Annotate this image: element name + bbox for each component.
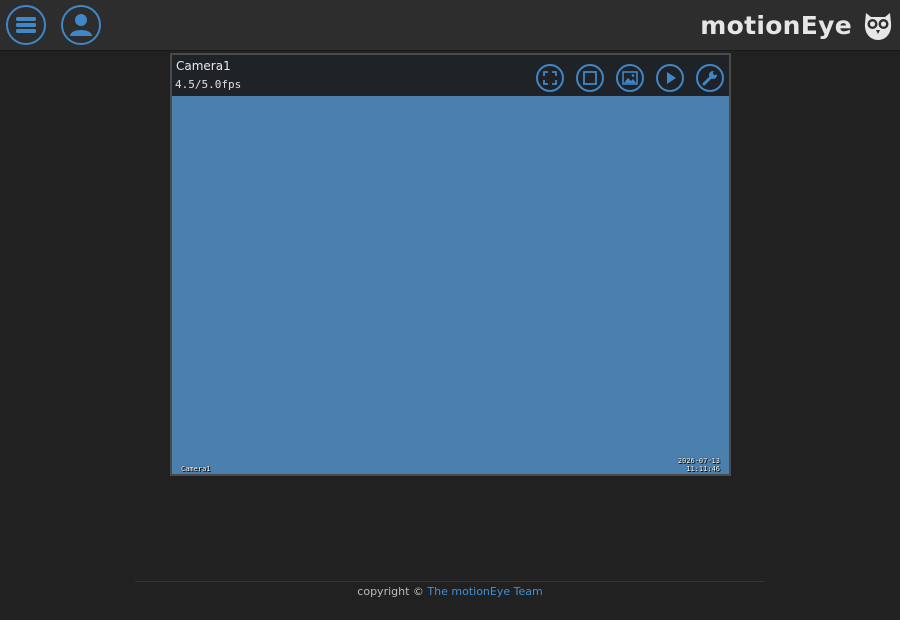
footer: copyright © The motionEye Team: [0, 585, 900, 598]
footer-divider: [135, 581, 765, 582]
wrench-icon: [702, 71, 717, 86]
camera-frame: Camera1 4.5/5.0fps Camera1 2026-07-13 11…: [170, 53, 731, 476]
stream-overlay-time: 11:11:46: [686, 465, 720, 473]
copyright-text: copyright ©: [357, 585, 424, 598]
fullscreen-icon: [543, 71, 557, 85]
user-icon: [70, 14, 92, 36]
play-icon: [667, 72, 676, 84]
team-link[interactable]: The motionEye Team: [427, 585, 542, 598]
camera-stream[interactable]: Camera1 2026-07-13 11:11:46: [172, 96, 729, 474]
camera-fps: 4.5/5.0fps: [175, 78, 242, 91]
stream-overlay-date: 2026-07-13: [677, 457, 720, 465]
user-button[interactable]: [61, 5, 101, 45]
frame-button[interactable]: [576, 64, 604, 92]
camera-name: Camera1: [176, 59, 231, 73]
camera-header: Camera1 4.5/5.0fps: [172, 55, 729, 96]
camera-settings-button[interactable]: [696, 64, 724, 92]
stream-overlay-camera-name: Camera1: [181, 465, 211, 473]
frame-icon: [583, 71, 597, 85]
pictures-icon: [622, 71, 638, 85]
stream-overlay-timestamp: 2026-07-13 11:11:46: [678, 457, 720, 473]
top-bar: motionEye: [0, 0, 900, 51]
fullscreen-button[interactable]: [536, 64, 564, 92]
owl-logo-icon[interactable]: [862, 9, 894, 41]
menu-icon: [16, 17, 36, 33]
main-menu-button[interactable]: [6, 5, 46, 45]
brand-title: motionEye: [700, 11, 852, 40]
movies-button[interactable]: [656, 64, 684, 92]
pictures-button[interactable]: [616, 64, 644, 92]
